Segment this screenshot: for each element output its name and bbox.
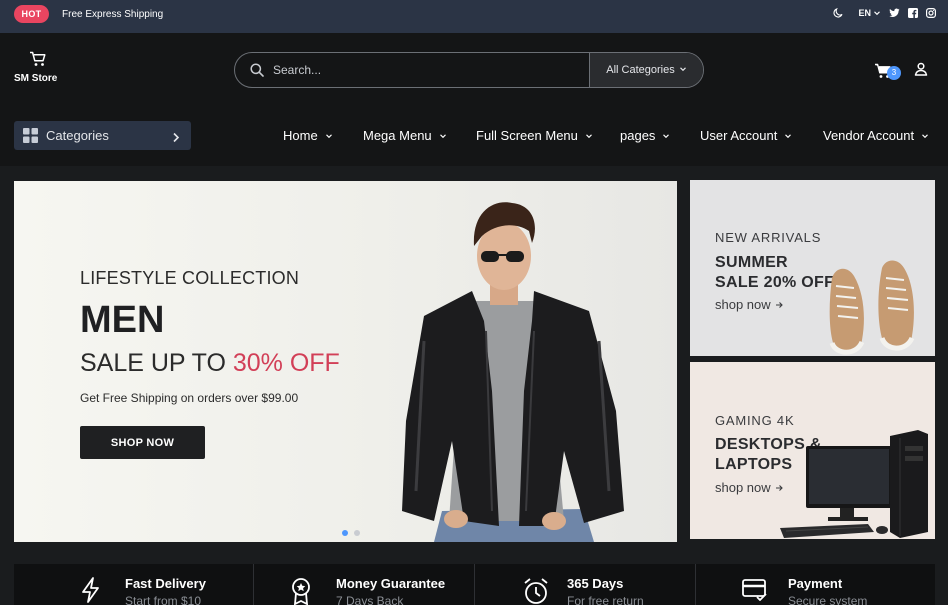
header: SM Store All Categories 3 <box>0 33 948 111</box>
hero-carousel[interactable]: LIFESTYLE COLLECTION MEN SALE UP TO 30% … <box>14 181 677 542</box>
cart-button[interactable]: 3 <box>874 63 901 81</box>
side-banner-tag: NEW ARRIVALS <box>715 230 822 245</box>
service-title: Payment <box>788 576 843 591</box>
search-input[interactable] <box>273 61 573 79</box>
nav-item-vendor-account[interactable]: Vendor Account <box>823 128 929 143</box>
hot-badge: HOT <box>14 5 49 23</box>
chevron-down-icon <box>784 128 792 143</box>
language-selector[interactable]: EN <box>858 8 881 18</box>
chevron-down-icon <box>679 64 687 76</box>
sneakers-image <box>829 260 915 355</box>
side-banner-title-line2: SALE 20% OFF <box>715 274 835 291</box>
nav-item-pages[interactable]: pages <box>620 128 670 143</box>
nav-item-home[interactable]: Home <box>283 128 333 143</box>
user-icon[interactable] <box>914 62 928 81</box>
nav-item-label: Home <box>283 128 318 143</box>
chevron-down-icon <box>325 128 333 143</box>
category-dropdown[interactable]: All Categories <box>589 53 703 87</box>
services-strip: Fast Delivery Start from $10 Money Guara… <box>14 564 935 605</box>
award-icon <box>290 577 312 605</box>
chevron-down-icon <box>585 128 593 143</box>
desktop-computer-image <box>780 430 928 538</box>
hero-title: MEN <box>80 299 165 341</box>
service-payment: Payment Secure system <box>696 564 935 605</box>
service-subtitle: 7 Days Back <box>336 594 404 605</box>
nav-item-label: Full Screen Menu <box>476 128 578 143</box>
nav-item-full-screen-menu[interactable]: Full Screen Menu <box>476 128 593 143</box>
service-fast-delivery: Fast Delivery Start from $10 <box>14 564 254 605</box>
side-banner-summer-sale[interactable]: NEW ARRIVALS SUMMER SALE 20% OFF shop no… <box>690 180 935 356</box>
service-subtitle: Start from $10 <box>125 594 202 605</box>
carousel-dots <box>342 530 360 536</box>
search-bar: All Categories <box>234 52 704 88</box>
nav-row: Categories Home Mega Menu Full Screen Me… <box>0 111 948 166</box>
side-banner-tag: GAMING 4K <box>715 413 795 428</box>
twitter-icon[interactable] <box>889 8 900 18</box>
carousel-dot-1[interactable] <box>342 530 348 536</box>
service-subtitle: Secure system <box>788 594 868 605</box>
arrow-right-icon <box>775 297 784 312</box>
hero-shipping-note: Get Free Shipping on orders over $99.00 <box>80 391 299 405</box>
language-label: EN <box>858 7 871 18</box>
nav-item-label: Vendor Account <box>823 128 915 143</box>
chevron-down-icon <box>662 128 670 143</box>
chevron-down-icon <box>873 9 881 17</box>
service-title: Fast Delivery <box>125 576 206 591</box>
hero-sale-accent: 30% OFF <box>232 349 340 377</box>
shop-now-label: shop now <box>715 297 771 312</box>
side-banner-title-line1: SUMMER <box>715 254 788 271</box>
alarm-clock-icon <box>523 577 549 605</box>
carousel-dot-2[interactable] <box>354 530 360 536</box>
nav-item-mega-menu[interactable]: Mega Menu <box>363 128 447 143</box>
shop-now-button[interactable]: SHOP NOW <box>80 426 205 459</box>
side-banner-gaming[interactable]: GAMING 4K DESKTOPS & LAPTOPS shop now <box>690 362 935 539</box>
service-title: 365 Days <box>567 576 624 591</box>
shipping-notice: Free Express Shipping <box>62 9 164 20</box>
topbar-actions: EN <box>833 7 936 18</box>
service-money-guarantee: Money Guarantee 7 Days Back <box>254 564 475 605</box>
shop-now-link[interactable]: shop now <box>715 480 784 495</box>
facebook-icon[interactable] <box>908 7 918 18</box>
chevron-down-icon <box>921 128 929 143</box>
category-dropdown-label: All Categories <box>606 64 675 76</box>
service-title: Money Guarantee <box>336 576 446 591</box>
service-365-days: 365 Days For free return <box>475 564 696 605</box>
chevron-right-icon <box>172 130 180 148</box>
categories-label: Categories <box>46 128 109 143</box>
lightning-icon <box>80 577 102 605</box>
grid-icon <box>23 128 38 148</box>
nav-item-label: Mega Menu <box>363 128 432 143</box>
search-icon <box>250 63 264 82</box>
hero-sale-prefix: SALE UP TO <box>80 349 233 377</box>
service-subtitle: For free return <box>567 594 644 605</box>
store-name: SM Store <box>14 73 58 84</box>
instagram-icon[interactable] <box>926 7 936 18</box>
store-logo[interactable]: SM Store <box>14 51 62 84</box>
hero-model-image <box>402 202 624 542</box>
side-banner-title: SUMMER SALE 20% OFF <box>715 253 834 293</box>
cart-logo-icon <box>14 51 62 72</box>
nav-item-user-account[interactable]: User Account <box>700 128 792 143</box>
header-actions: 3 <box>874 62 928 81</box>
nav-item-label: pages <box>620 128 656 143</box>
moon-icon[interactable] <box>833 7 844 18</box>
chevron-down-icon <box>439 128 447 143</box>
categories-button[interactable]: Categories <box>14 121 191 150</box>
hero-sale-text: SALE UP TO 30% OFF <box>80 349 340 378</box>
hero-subtitle: LIFESTYLE COLLECTION <box>80 268 300 288</box>
credit-card-icon <box>742 577 768 605</box>
shop-now-link[interactable]: shop now <box>715 297 784 312</box>
shop-now-label: shop now <box>715 480 771 495</box>
topbar: HOT Free Express Shipping EN <box>0 0 948 33</box>
nav-item-label: User Account <box>700 128 778 143</box>
cart-count-badge: 3 <box>887 65 901 80</box>
